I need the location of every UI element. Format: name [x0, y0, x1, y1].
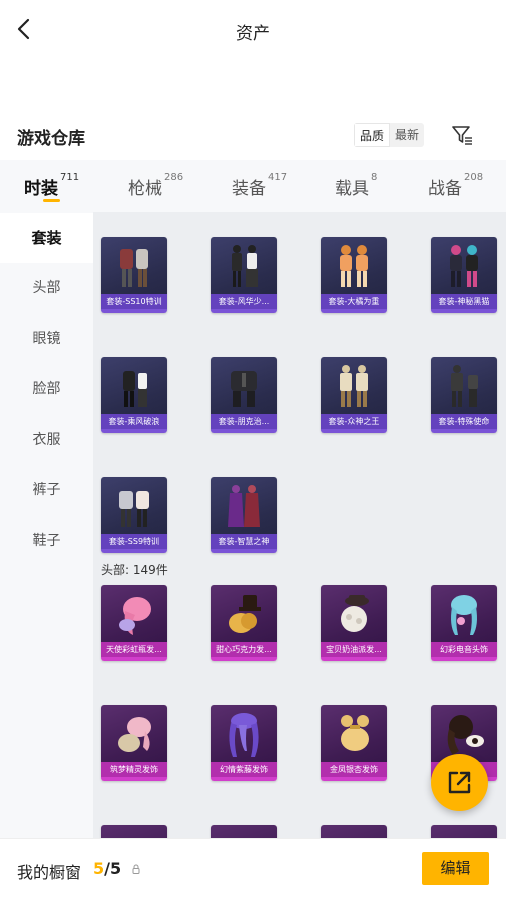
suit-item[interactable]: 套装-神秘黑猫: [431, 237, 497, 313]
category-tabs: 时装711 枪械286 装备417 载具8 战备208: [0, 160, 506, 212]
item-label: 套装-风华少...: [211, 294, 277, 309]
active-tab-indicator: [43, 199, 60, 202]
item-label: 甜心巧克力发...: [211, 642, 277, 657]
sidebar-item-shoes[interactable]: 鞋子: [0, 516, 93, 566]
head-item[interactable]: [431, 825, 497, 838]
showcase-bar: 我的橱窗 5/5 编辑: [0, 838, 506, 897]
tab-guns[interactable]: 枪械286: [128, 172, 183, 199]
tab-vehicles[interactable]: 载具8: [335, 172, 377, 199]
head-item[interactable]: 筑梦精灵发饰: [101, 705, 167, 781]
hair-icon: [119, 597, 151, 635]
showcase-label: 我的橱窗: [17, 863, 82, 882]
external-link-icon: [448, 771, 471, 794]
item-label: 宝贝奶油派发...: [321, 642, 387, 657]
suit-item[interactable]: 套装-特殊使命: [431, 357, 497, 433]
item-label: 套装-SS9特训: [101, 534, 167, 549]
item-label: 套装-SS10特训: [101, 294, 167, 309]
tab-fashion[interactable]: 时装711: [24, 172, 79, 199]
suit-item[interactable]: 套装-智慧之神: [211, 477, 277, 553]
hair-icon: [229, 713, 259, 757]
head-item[interactable]: 甜心巧克力发...: [211, 585, 277, 661]
item-label: 幻情紫藤发饰: [211, 762, 277, 777]
outfit-icon: [228, 485, 260, 527]
item-label: 套装-特殊使命: [431, 414, 497, 429]
sidebar-item-glasses[interactable]: 眼镜: [0, 314, 93, 364]
page-title: 资产: [236, 24, 270, 44]
hair-icon: [451, 595, 477, 635]
tab-battle-prep[interactable]: 战备208: [428, 172, 483, 199]
sort-newest-button[interactable]: 最新: [390, 123, 425, 147]
sort-toggle: 品质 最新: [354, 123, 425, 147]
item-label: 幻彩电音头饰: [431, 642, 497, 657]
warehouse-title: 游戏仓库: [17, 129, 85, 149]
suit-item[interactable]: 套装-乘风破浪: [101, 357, 167, 433]
outfit-icon: [451, 365, 478, 407]
head-item[interactable]: 金凤银杏发饰: [321, 705, 387, 781]
outfit-icon: [120, 249, 148, 287]
hair-icon: [341, 715, 369, 751]
hair-icon: [447, 715, 484, 755]
filter-icon[interactable]: [450, 123, 474, 147]
outfit-icon: [119, 491, 149, 527]
suit-item[interactable]: 套装-朋克治...: [211, 357, 277, 433]
item-label: 套装-大橘为重: [321, 294, 387, 309]
sort-quality-button[interactable]: 品质: [354, 123, 391, 147]
sidebar-item-head[interactable]: 头部: [0, 263, 93, 313]
hair-icon: [341, 595, 369, 632]
item-label: 套装-智慧之神: [211, 534, 277, 549]
lock-icon: [132, 864, 140, 874]
item-grid: 套装-SS10特训 套装-风华少... 套装-大橘为重 套装-神秘黑猫 套装-乘…: [93, 212, 506, 838]
tab-equipment[interactable]: 装备417: [232, 172, 287, 199]
outfit-icon: [231, 371, 257, 407]
share-button[interactable]: [431, 754, 488, 811]
outfit-icon: [232, 245, 258, 287]
suit-item[interactable]: 套装-众神之王: [321, 357, 387, 433]
head-section-title: 头部: 149件: [101, 563, 168, 577]
item-label: 套装-神秘黑猫: [431, 294, 497, 309]
head-item[interactable]: [101, 825, 167, 838]
item-label: 天使彩虹瓶发...: [101, 642, 167, 657]
item-label: 套装-朋克治...: [211, 414, 277, 429]
outfit-icon: [340, 245, 368, 287]
outfit-icon: [450, 245, 478, 287]
suit-item[interactable]: 套装-SS9特训: [101, 477, 167, 553]
sidebar-item-clothes[interactable]: 衣服: [0, 415, 93, 465]
sidebar-item-suit[interactable]: 套装: [0, 213, 93, 263]
head-item[interactable]: 宝贝奶油派发...: [321, 585, 387, 661]
hair-icon: [118, 717, 151, 752]
suit-item[interactable]: 套装-风华少...: [211, 237, 277, 313]
item-label: 套装-乘风破浪: [101, 414, 167, 429]
sidebar: 套装 头部 眼镜 脸部 衣服 裤子 鞋子: [0, 212, 93, 838]
showcase-count: 5/5: [93, 859, 122, 878]
edit-button[interactable]: 编辑: [422, 852, 489, 885]
head-item[interactable]: [211, 825, 277, 838]
sidebar-item-pants[interactable]: 裤子: [0, 465, 93, 515]
header: 资产: [0, 0, 506, 60]
suit-item[interactable]: 套装-SS10特训: [101, 237, 167, 313]
head-item[interactable]: 幻彩电音头饰: [431, 585, 497, 661]
hair-icon: [229, 595, 261, 633]
outfit-icon: [123, 371, 147, 407]
sidebar-item-face[interactable]: 脸部: [0, 364, 93, 414]
outfit-icon: [340, 365, 368, 407]
item-label: 套装-众神之王: [321, 414, 387, 429]
item-label: 筑梦精灵发饰: [101, 762, 167, 777]
head-item[interactable]: [321, 825, 387, 838]
suit-item[interactable]: 套装-大橘为重: [321, 237, 387, 313]
head-item[interactable]: 天使彩虹瓶发...: [101, 585, 167, 661]
item-label: 金凤银杏发饰: [321, 762, 387, 777]
head-item[interactable]: 幻情紫藤发饰: [211, 705, 277, 781]
